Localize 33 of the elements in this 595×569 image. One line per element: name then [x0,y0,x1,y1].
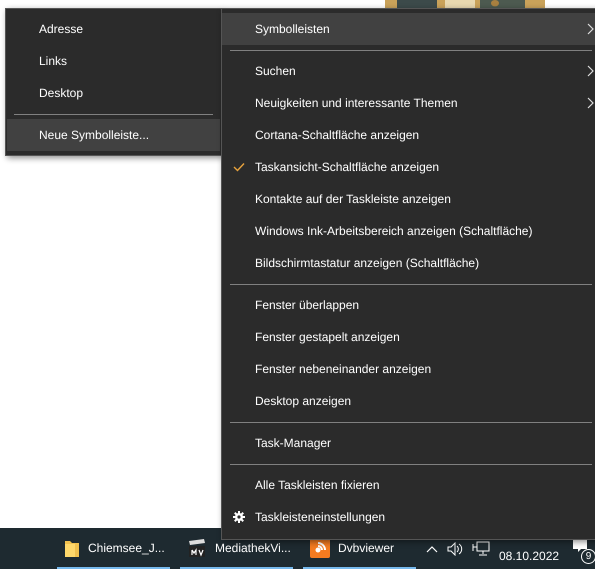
clapperboard-icon [187,538,207,558]
clock-date[interactable]: 08.10.2022 [499,548,560,562]
menu-item[interactable]: Neuigkeiten und interessante Themen [222,87,595,119]
menu-item[interactable]: Suchen [222,55,595,87]
caret-up-icon[interactable] [426,544,438,552]
network-icon[interactable] [472,540,490,556]
menu-item[interactable]: Adresse [7,13,220,45]
notification-badge: 9 [581,548,595,564]
menu-item[interactable]: Fenster nebeneinander anzeigen [222,353,595,385]
chevron-right-icon [587,23,594,35]
settings-icon [232,511,244,523]
menu-item[interactable]: Symbolleisten [222,13,595,45]
taskbar-button[interactable]: MediathekVi... [180,528,293,569]
notification-icon[interactable] [572,538,588,552]
chevron-right-icon [587,65,594,77]
menu-item[interactable]: Fenster gestapelt anzeigen [222,321,595,353]
menu-item[interactable]: Desktop [7,77,220,109]
chevron-right-icon [587,97,594,109]
menu-item[interactable]: Task-Manager [222,427,595,459]
menu-item[interactable]: Bildschirmtastatur anzeigen (Schaltfläche) [222,247,595,279]
menu-item[interactable]: Taskansicht-Schaltfläche anzeigen [222,151,595,183]
taskbar-button[interactable]: Chiemsee_J... [57,528,170,569]
menu-item[interactable]: Desktop anzeigen [222,385,595,417]
menu-item[interactable]: Alle Taskleisten fixieren [222,469,595,501]
checkmark-icon [232,162,244,172]
menu-item[interactable]: Windows Ink-Arbeitsbereich anzeigen (Schaltfläche) [222,215,595,247]
taskbar-button[interactable]: Dvbviewer [303,528,416,569]
menu-item[interactable]: Kontakte auf der Taskleiste anzeigen [222,183,595,215]
menu-item[interactable]: Links [7,45,220,77]
menu-item[interactable]: Cortana-Schaltfläche anzeigen [222,119,595,151]
menu-item[interactable]: Neue Symbolleiste... [7,119,220,151]
menu-item[interactable]: Fenster überlappen [222,289,595,321]
speaker-icon[interactable] [447,542,463,556]
